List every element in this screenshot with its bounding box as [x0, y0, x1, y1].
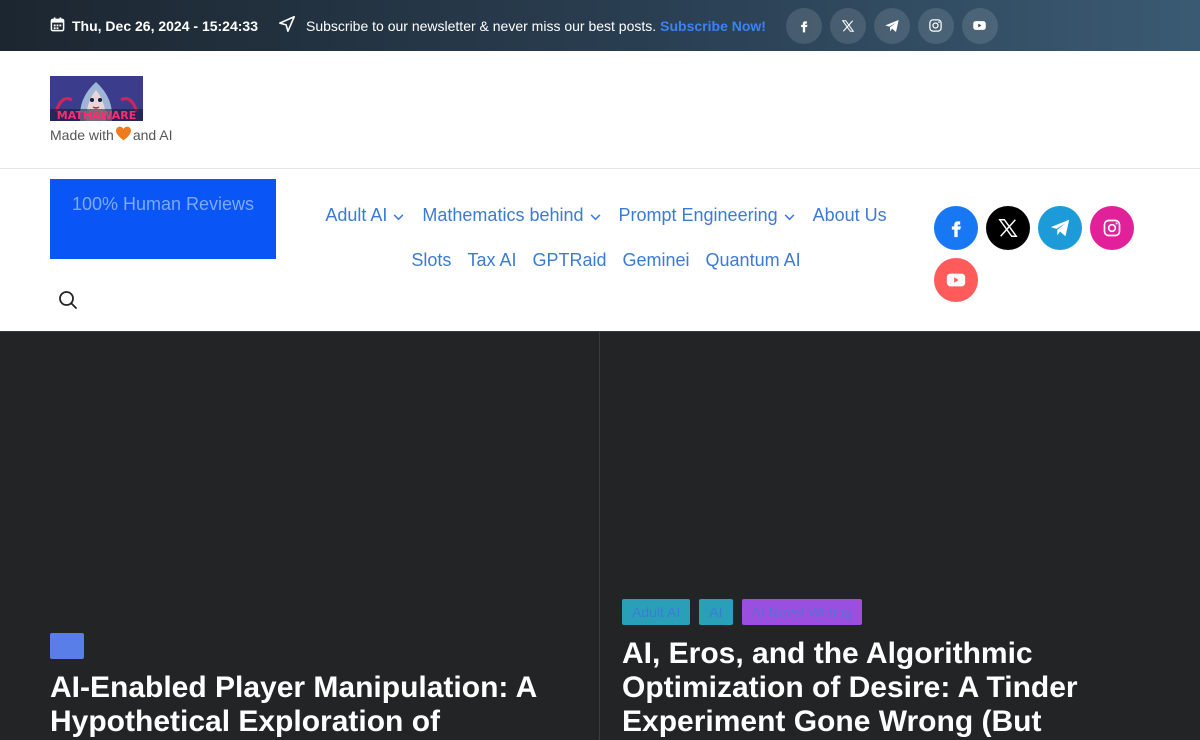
facebook-icon[interactable]: [934, 206, 978, 250]
nav-item-label: Adult AI: [325, 205, 388, 225]
chevron-down-icon: [584, 205, 601, 226]
nav-item-about-us[interactable]: About Us: [813, 205, 887, 226]
youtube-icon[interactable]: [934, 258, 978, 302]
tagline-before: Made with: [50, 127, 114, 143]
post-title[interactable]: AI, Eros, and the Algorithmic Optimizati…: [622, 637, 1162, 739]
top-social-icons: [785, 7, 998, 44]
category-tag-adult-ai[interactable]: Adult AI: [622, 599, 691, 625]
nav-item-label: Mathematics behind: [422, 205, 584, 225]
date-display: Thu, Dec 26, 2024 - 15:24:33: [50, 16, 258, 35]
hero-divider: [599, 332, 600, 740]
newsletter-text: Subscribe to our newsletter & never miss…: [306, 17, 657, 34]
main-navigation: 100% Human Reviews Adult AI Mathematics …: [0, 169, 1200, 331]
subscribe-link[interactable]: Subscribe Now!: [660, 18, 766, 34]
category-tag[interactable]: [50, 633, 84, 659]
featured-post-card[interactable]: AI-Enabled Player Manipulation: A Hypoth…: [50, 633, 570, 739]
nav-item-gptraid[interactable]: GPTRaid: [532, 250, 606, 271]
logo-text: MATHAWARE: [57, 109, 136, 121]
post-tags: Adult AI AI AI Novel Writing: [622, 599, 1162, 625]
top-bar: Thu, Dec 26, 2024 - 15:24:33 Subscribe t…: [0, 0, 1200, 51]
telegram-icon[interactable]: [873, 7, 910, 44]
nav-item-mathematics-behind[interactable]: Mathematics behind: [422, 205, 600, 226]
nav-menu-row-primary: Adult AI Mathematics behind Prompt Engin…: [296, 205, 916, 226]
site-tagline: Made with and AI: [50, 126, 173, 144]
navigation-arrow-icon: [278, 15, 306, 36]
calendar-icon: [50, 16, 72, 35]
search-button[interactable]: [58, 290, 78, 315]
instagram-icon[interactable]: [1090, 206, 1134, 250]
instagram-icon[interactable]: [917, 7, 954, 44]
nav-item-tax-ai[interactable]: Tax AI: [467, 250, 516, 271]
youtube-icon[interactable]: [961, 7, 998, 44]
date-text: Thu, Dec 26, 2024 - 15:24:33: [72, 17, 258, 34]
header-logo-area: MATHAWARE Made with and AI: [0, 51, 1200, 169]
nav-menu-row-secondary: Slots Tax AI GPTRaid Geminei Quantum AI: [296, 250, 916, 271]
nav-menu: Adult AI Mathematics behind Prompt Engin…: [296, 205, 916, 271]
tagline-after: and AI: [132, 127, 173, 143]
nav-item-adult-ai[interactable]: Adult AI: [325, 205, 404, 226]
telegram-icon[interactable]: [1038, 206, 1082, 250]
site-logo[interactable]: MATHAWARE: [50, 76, 143, 121]
x-icon[interactable]: [829, 7, 866, 44]
header-social-icons: [934, 206, 1144, 302]
post-tags: [50, 633, 570, 659]
newsletter-bar: Subscribe to our newsletter & never miss…: [278, 15, 766, 36]
category-tag-ai-novel-writing[interactable]: AI Novel Writing: [741, 599, 862, 625]
nav-item-geminei[interactable]: Geminei: [623, 250, 690, 271]
category-tag-ai[interactable]: AI: [699, 599, 733, 625]
featured-posts-hero: AI-Enabled Player Manipulation: A Hypoth…: [0, 331, 1200, 740]
facebook-icon[interactable]: [785, 7, 822, 44]
nav-item-label: About Us: [812, 205, 887, 225]
nav-item-quantum-ai[interactable]: Quantum AI: [706, 250, 801, 271]
nav-item-prompt-engineering[interactable]: Prompt Engineering: [619, 205, 795, 226]
nav-item-label: Prompt Engineering: [618, 205, 778, 225]
nav-item-slots[interactable]: Slots: [411, 250, 451, 271]
post-title[interactable]: AI-Enabled Player Manipulation: A Hypoth…: [50, 671, 570, 739]
featured-post-card[interactable]: Adult AI AI AI Novel Writing AI, Eros, a…: [622, 599, 1162, 739]
chevron-down-icon: [778, 205, 795, 226]
human-reviews-button[interactable]: 100% Human Reviews: [50, 179, 276, 259]
chevron-down-icon: [387, 205, 404, 226]
search-icon: [58, 291, 78, 314]
heart-icon: [115, 126, 132, 144]
x-icon[interactable]: [986, 206, 1030, 250]
